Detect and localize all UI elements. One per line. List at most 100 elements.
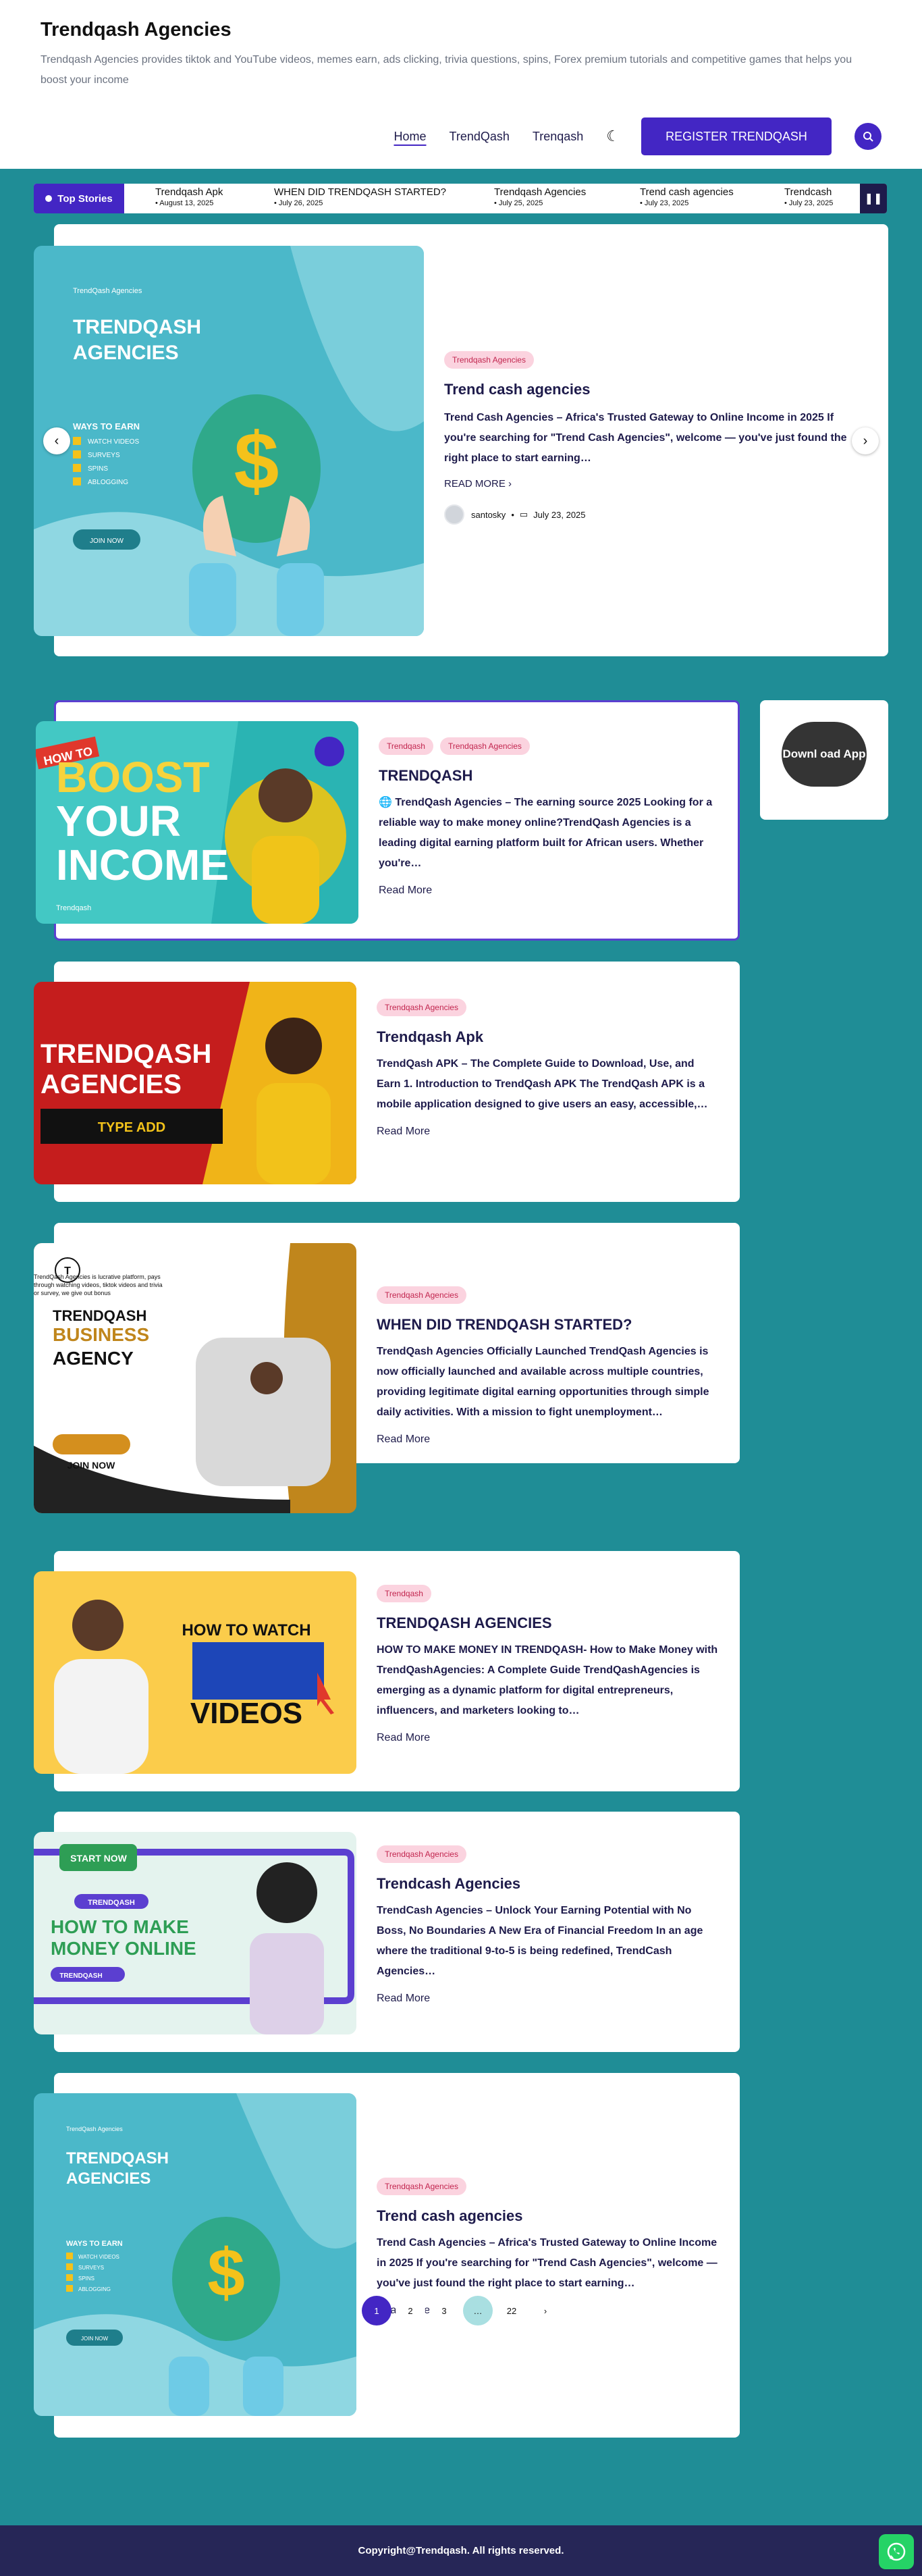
svg-text:TYPE ADD: TYPE ADD: [98, 1120, 165, 1135]
post-title[interactable]: TRENDQASH: [379, 767, 723, 785]
svg-text:SPINS: SPINS: [78, 2276, 94, 2282]
post-card: START NOW TRENDQASH HOW TO MAKE MONEY ON…: [34, 1812, 740, 2052]
ticker-item[interactable]: Trend cash agencies • July 23, 2025: [640, 186, 734, 207]
post-title[interactable]: WHEN DID TRENDQASH STARTED?: [377, 1316, 721, 1334]
post-excerpt: Trend Cash Agencies – Africa's Trusted G…: [377, 2237, 717, 2289]
slider-next-arrow-icon[interactable]: ›: [852, 427, 879, 454]
whatsapp-icon[interactable]: [879, 2534, 914, 2569]
category-badge[interactable]: Trendqash Agencies: [377, 2178, 466, 2195]
post-content: Trendqash Agencies Trendcash Agencies Tr…: [377, 1845, 721, 2005]
svg-text:HOW TO MAKE: HOW TO MAKE: [51, 1916, 189, 1937]
svg-text:TRENDQASH: TRENDQASH: [88, 1899, 135, 1907]
svg-text:TRENDQASH: TRENDQASH: [73, 316, 201, 338]
category-badge[interactable]: Trendqash: [377, 1585, 431, 1602]
svg-text:TrendQash Agencies: TrendQash Agencies: [66, 2126, 123, 2132]
svg-text:TRENDQASH: TRENDQASH: [40, 1039, 211, 1069]
search-icon[interactable]: [855, 123, 882, 150]
page-3-button[interactable]: 3: [429, 2296, 459, 2325]
svg-text:YOUR: YOUR: [56, 797, 181, 845]
download-app-button[interactable]: Downl oad App: [782, 722, 867, 787]
post-content: Trendqash Agencies WHEN DID TRENDQASH ST…: [377, 1286, 721, 1446]
author-name[interactable]: santosky: [471, 510, 506, 520]
svg-text:AGENCIES: AGENCIES: [73, 342, 179, 364]
category-badge[interactable]: Trendqash Agencies: [377, 1845, 466, 1863]
svg-text:BOOST: BOOST: [56, 753, 210, 801]
post-title[interactable]: TRENDQASH AGENCIES: [377, 1614, 721, 1632]
nav-link-trendqash[interactable]: TrendQash: [450, 128, 510, 144]
post-thumbnail[interactable]: START NOW TRENDQASH HOW TO MAKE MONEY ON…: [34, 1832, 356, 2034]
post-excerpt: HOW TO MAKE MONEY IN TRENDQASH- How to M…: [377, 1644, 718, 1716]
category-badge[interactable]: Trendqash Agencies: [377, 999, 466, 1016]
svg-text:INCOME: INCOME: [56, 841, 229, 889]
ticker-item[interactable]: Trendcash • July 23, 2025: [784, 186, 833, 207]
hero-read-more-link[interactable]: READ MORE ›: [444, 478, 856, 490]
svg-text:Trendqash: Trendqash: [56, 904, 91, 912]
main-nav: Home TrendQash Trenqash ☾ REGISTER TREND…: [394, 116, 882, 157]
post-date: July 23, 2025: [533, 509, 586, 520]
page-ellipsis: …: [463, 2296, 493, 2325]
svg-text:AGENCIES: AGENCIES: [40, 1070, 182, 1099]
top-stories-label: Top Stories: [34, 184, 124, 213]
post-thumbnail[interactable]: HOW TO BOOST YOUR INCOME Trendqash: [36, 721, 358, 924]
nav-link-trenqash[interactable]: Trenqash: [533, 128, 583, 144]
site-footer: Copyright@Trendqash. All rights reserved…: [0, 2525, 922, 2576]
post-content: Trendqash TRENDQASH AGENCIES HOW TO MAKE…: [377, 1585, 721, 1744]
register-button[interactable]: REGISTER TRENDQASH: [641, 117, 832, 155]
post-content: Trendqash Trendqash Agencies TRENDQASH 🌐 …: [379, 737, 723, 897]
page-2-button[interactable]: 2: [396, 2296, 425, 2325]
post-thumbnail[interactable]: $ TrendQash Agencies TRENDQASH AGENCIES …: [34, 2093, 356, 2416]
post-content: Trendqash Agencies Trendqash Apk TrendQa…: [377, 999, 721, 1138]
post-title[interactable]: Trend cash agencies: [377, 2207, 721, 2225]
ticker-item[interactable]: Trendqash Apk • August 13, 2025: [155, 186, 223, 207]
site-title[interactable]: Trendqash Agencies: [40, 19, 232, 41]
post-excerpt: TrendCash Agencies – Unlock Your Earning…: [377, 1905, 703, 1977]
nav-link-home[interactable]: Home: [394, 128, 426, 144]
svg-text:TrendQash Agencies: TrendQash Agencies: [73, 287, 142, 295]
post-thumbnail[interactable]: HOW TO WATCH VIDEOS: [34, 1571, 356, 1774]
post-title[interactable]: Trendqash Apk: [377, 1028, 721, 1046]
page-1-button[interactable]: 1: [362, 2296, 391, 2325]
ticker-item[interactable]: Trendqash Agencies • July 25, 2025: [494, 186, 586, 207]
top-stories-ticker: Top Stories Trendqash Apk • August 13, 20…: [34, 184, 887, 213]
read-more-link[interactable]: Read More: [377, 1732, 721, 1744]
svg-text:WATCH VIDEOS: WATCH VIDEOS: [78, 2254, 119, 2260]
slider-prev-arrow-icon[interactable]: ‹: [43, 427, 70, 454]
post-meta: santosky • ▭ July 23, 2025: [444, 504, 856, 525]
svg-text:SURVEYS: SURVEYS: [78, 2265, 104, 2271]
svg-text:JOIN NOW: JOIN NOW: [90, 537, 124, 545]
svg-text:$: $: [234, 416, 279, 506]
read-more-link[interactable]: Read More: [377, 1434, 721, 1446]
category-badge[interactable]: Trendqash Agencies: [377, 1286, 466, 1304]
ticker-item[interactable]: WHEN DID TRENDQASH STARTED? • July 26, 20…: [274, 186, 446, 207]
hero-image[interactable]: $ TrendQash Agencies TRENDQASH AGENCIES …: [34, 246, 424, 636]
read-more-link[interactable]: Read More: [379, 885, 723, 897]
svg-text:HOW TO WATCH: HOW TO WATCH: [182, 1621, 310, 1639]
svg-text:TRENDQASH: TRENDQASH: [53, 1307, 146, 1324]
next-page-arrow-icon[interactable]: ›: [531, 2296, 560, 2325]
post-excerpt: 🌐 TrendQash Agencies – The earning sourc…: [379, 797, 713, 869]
site-header: Trendqash Agencies Trendqash Agencies pr…: [0, 0, 922, 169]
svg-text:VIDEOS: VIDEOS: [190, 1697, 302, 1730]
category-badge[interactable]: Trendqash: [379, 737, 433, 755]
post-card: HOW TO BOOST YOUR INCOME Trendqash Trend…: [36, 700, 740, 941]
svg-text:MONEY ONLINE: MONEY ONLINE: [51, 1938, 196, 1959]
svg-text:SURVEYS: SURVEYS: [88, 452, 120, 459]
page-22-button[interactable]: 22: [497, 2296, 526, 2325]
svg-text:TRENDQASH: TRENDQASH: [66, 2149, 169, 2167]
svg-text:AGENCY: AGENCY: [53, 1348, 134, 1369]
category-badge[interactable]: Trendqash Agencies: [444, 351, 534, 369]
svg-text:ABLOGGING: ABLOGGING: [78, 2286, 111, 2292]
author-avatar: [444, 504, 464, 525]
category-badge[interactable]: Trendqash Agencies: [439, 737, 530, 755]
hero-title[interactable]: Trend cash agencies: [444, 381, 856, 398]
post-thumbnail[interactable]: TRENDQASH AGENCIES TYPE ADD: [34, 982, 356, 1184]
read-more-link[interactable]: Read More: [377, 1126, 721, 1138]
svg-text:SPINS: SPINS: [88, 465, 108, 473]
dark-mode-toggle-icon[interactable]: ☾: [606, 128, 620, 145]
pagination: 1 2 3 … 22 ›: [0, 2296, 922, 2325]
read-more-link[interactable]: Read More: [377, 1993, 721, 2005]
pause-icon[interactable]: ❚❚: [860, 184, 887, 213]
svg-text:JOIN NOW: JOIN NOW: [67, 1460, 116, 1471]
svg-text:TRENDQASH: TRENDQASH: [59, 1972, 102, 1980]
post-title[interactable]: Trendcash Agencies: [377, 1875, 721, 1893]
